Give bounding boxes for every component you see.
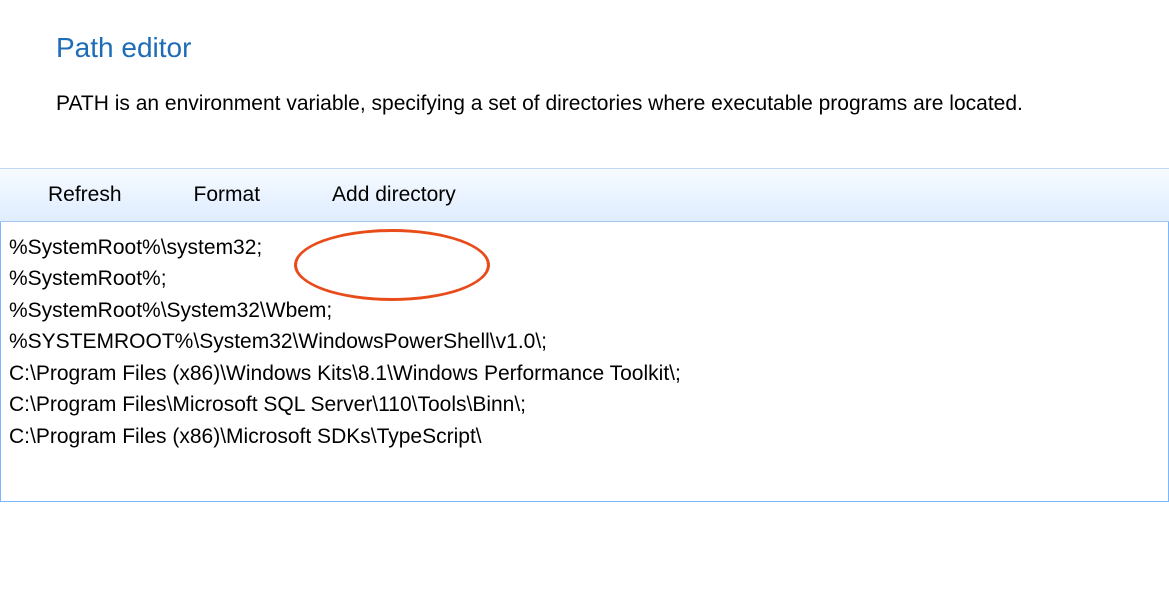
page-title: Path editor [0, 0, 1169, 64]
format-button[interactable]: Format [182, 175, 273, 215]
path-editor-textarea[interactable]: %SystemRoot%\system32; %SystemRoot%; %Sy… [0, 222, 1169, 502]
toolbar: Refresh Format Add directory [0, 168, 1169, 222]
add-directory-button[interactable]: Add directory [320, 175, 468, 215]
refresh-button[interactable]: Refresh [36, 175, 134, 215]
description-text: PATH is an environment variable, specify… [0, 64, 1169, 120]
